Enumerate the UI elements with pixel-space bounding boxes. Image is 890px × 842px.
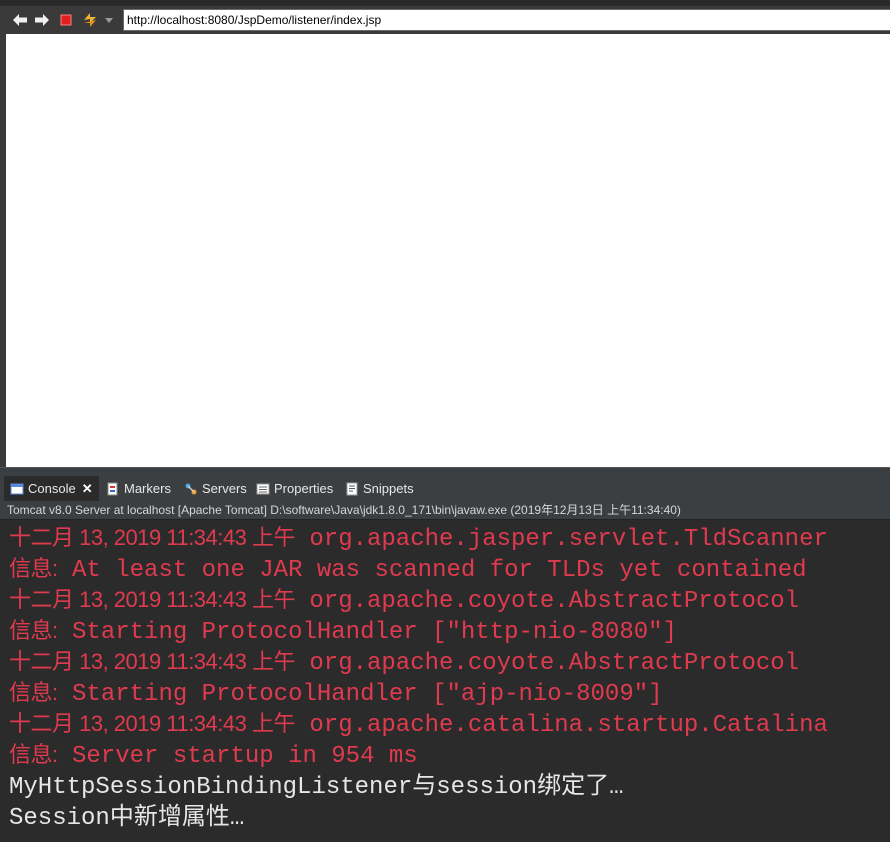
tab-markers[interactable]: Markers bbox=[106, 476, 171, 501]
url-input[interactable] bbox=[127, 12, 867, 28]
servers-icon bbox=[184, 482, 198, 496]
console-line: 信息: At least one JAR was scanned for TLD… bbox=[9, 556, 807, 584]
address-bar[interactable] bbox=[123, 9, 890, 31]
console-output[interactable]: 十二月 13, 2019 11:34:43 上午 org.apache.jasp… bbox=[0, 520, 890, 842]
tab-properties-label: Properties bbox=[274, 481, 334, 496]
close-icon[interactable]: ✕ bbox=[82, 481, 93, 497]
snippets-icon bbox=[345, 482, 359, 496]
back-arrow-icon[interactable] bbox=[11, 11, 29, 29]
console-line: 信息: Starting ProtocolHandler ["ajp-nio-8… bbox=[9, 680, 663, 708]
console-line: MyHttpSessionBindingListener与session绑定了… bbox=[9, 774, 624, 801]
markers-icon bbox=[106, 482, 120, 496]
tab-snippets-label: Snippets bbox=[363, 481, 414, 496]
chevron-down-icon[interactable] bbox=[103, 11, 115, 29]
console-line: 信息: Starting ProtocolHandler ["http-nio-… bbox=[9, 618, 677, 646]
tab-servers[interactable]: Servers bbox=[184, 476, 247, 501]
tab-console[interactable]: Console ✕ bbox=[4, 476, 99, 501]
console-process-label: Tomcat v8.0 Server at localhost [Apache … bbox=[0, 501, 890, 520]
tab-servers-label: Servers bbox=[202, 481, 247, 496]
views-tab-bar: Console ✕ Markers Servers Properties Sni… bbox=[0, 476, 890, 501]
console-line: Session中新增属性… bbox=[9, 805, 245, 832]
stop-icon[interactable] bbox=[57, 11, 75, 29]
console-line: 十二月 13, 2019 11:34:43 上午 org.apache.jasp… bbox=[9, 525, 828, 553]
console-line: 十二月 13, 2019 11:34:43 上午 org.apache.coyo… bbox=[9, 649, 800, 677]
browser-toolbar bbox=[0, 0, 890, 34]
tab-markers-label: Markers bbox=[124, 481, 171, 496]
tab-snippets[interactable]: Snippets bbox=[345, 476, 414, 501]
console-icon bbox=[10, 482, 24, 496]
properties-icon bbox=[256, 482, 270, 496]
console-line: 十二月 13, 2019 11:34:43 上午 org.apache.cata… bbox=[9, 711, 828, 739]
console-line: 十二月 13, 2019 11:34:43 上午 org.apache.coyo… bbox=[9, 587, 800, 615]
tab-console-label: Console bbox=[28, 481, 76, 496]
refresh-icon[interactable] bbox=[81, 11, 99, 29]
console-line: 信息: Server startup in 954 ms bbox=[9, 742, 418, 770]
tab-properties[interactable]: Properties bbox=[256, 476, 333, 501]
browser-viewport[interactable] bbox=[6, 34, 890, 467]
forward-arrow-icon[interactable] bbox=[33, 11, 51, 29]
